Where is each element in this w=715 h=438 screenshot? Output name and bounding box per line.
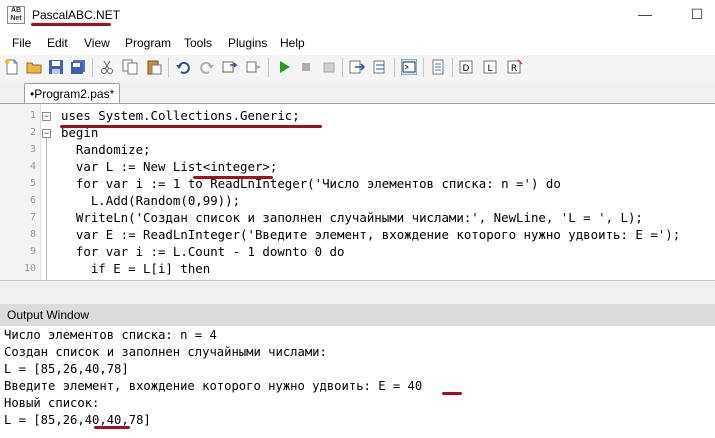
line-number: 7	[29, 212, 36, 223]
output-line: Новый список:	[4, 396, 100, 410]
line-number: 10	[23, 263, 36, 274]
output-line: Введите элемент, вхождение которого нужн…	[4, 379, 423, 393]
line-number: 6	[29, 195, 36, 206]
fold-toggle-icon[interactable]: −	[42, 129, 51, 138]
annotation-underline	[193, 176, 273, 179]
line-number: 5	[29, 178, 36, 189]
menu-edit[interactable]: Edit	[47, 36, 68, 50]
line-number: 2	[29, 127, 36, 138]
menu-view[interactable]: View	[84, 36, 110, 50]
output-window-icon[interactable]	[401, 59, 417, 75]
menu-program[interactable]: Program	[125, 36, 171, 50]
stop-icon[interactable]	[298, 59, 314, 75]
line-number: 8	[29, 229, 36, 240]
code-line: for var i := 1 to ReadLnInteger('Число э…	[61, 176, 561, 191]
annotation-underline	[94, 426, 130, 429]
cut-icon[interactable]	[99, 59, 115, 75]
line-number: 1	[29, 110, 36, 121]
annotation-underline	[442, 392, 462, 395]
menu-bar: File Edit View Program Tools Plugins Hel…	[0, 31, 715, 55]
toolbar-separator	[92, 58, 93, 77]
fold-toggle-icon[interactable]: −	[42, 112, 51, 121]
step-over-icon[interactable]	[373, 59, 389, 75]
tab-label: •Program2.pas*	[30, 87, 115, 101]
code-line: WriteLn('Создан список и заполнен случай…	[61, 210, 643, 225]
toolbar-separator	[342, 58, 343, 77]
redo-icon[interactable]	[199, 59, 215, 75]
annotation-underline	[31, 23, 111, 26]
svg-text:L: L	[487, 64, 492, 74]
toolbar-separator	[268, 58, 269, 77]
code-line: var E := ReadLnInteger('Введите элемент,…	[61, 227, 681, 242]
forward-icon[interactable]	[246, 59, 262, 75]
toolbar-separator	[394, 58, 395, 77]
menu-file[interactable]: File	[12, 36, 31, 50]
title-bar: AB Net PascalABC.NET — ☐	[0, 0, 715, 31]
tab-program2[interactable]: •Program2.pas*	[24, 83, 120, 103]
document-tabs: •Program2.pas*	[0, 81, 715, 104]
svg-text:D: D	[463, 64, 470, 74]
annotation-underline	[60, 125, 322, 128]
output-window[interactable]: Число элементов списка: n = 4 Создан спи…	[0, 326, 715, 438]
output-line: L = [85,26,40,78]	[4, 362, 129, 376]
minimize-button[interactable]: —	[630, 6, 660, 24]
toolbar-separator	[423, 58, 424, 77]
code-line: Randomize;	[61, 142, 151, 157]
output-line: Число элементов списка: n = 4	[4, 328, 217, 342]
panel-splitter[interactable]	[0, 280, 715, 305]
svg-text:R: R	[511, 64, 517, 74]
toolbar-separator	[452, 58, 453, 77]
line-number: 4	[29, 161, 36, 172]
debug-step-icon[interactable]	[349, 59, 365, 75]
menu-plugins[interactable]: Plugins	[228, 36, 267, 50]
code-editor[interactable]: 1 2 3 4 5 6 7 8 9 10 − − uses System.Col…	[0, 104, 715, 280]
code-line: if E = L[i] then	[61, 261, 211, 276]
line-number: 9	[29, 246, 36, 257]
maximize-button[interactable]: ☐	[682, 6, 712, 24]
fold-guide	[46, 138, 47, 280]
line-number-gutter: 1 2 3 4 5 6 7 8 9 10	[0, 104, 41, 280]
open-folder-icon[interactable]	[26, 59, 42, 75]
toolbar-separator	[168, 58, 169, 77]
debug-icon[interactable]	[321, 59, 337, 75]
code-line: var L := New List<integer>;	[61, 159, 278, 174]
copy-icon[interactable]	[122, 59, 138, 75]
compile-icon[interactable]	[222, 59, 238, 75]
undo-icon[interactable]	[175, 59, 191, 75]
output-window-header: Output Window	[0, 304, 715, 326]
new-file-icon[interactable]	[4, 59, 20, 75]
save-all-icon[interactable]	[70, 59, 86, 75]
menu-help[interactable]: Help	[280, 36, 305, 50]
save-icon[interactable]	[48, 59, 64, 75]
output-window-title: Output Window	[7, 308, 90, 322]
code-line: for var i := L.Count - 1 downto 0 do	[61, 244, 345, 259]
format-code-icon[interactable]: D	[459, 59, 475, 75]
line-number: 3	[29, 144, 36, 155]
paste-icon[interactable]	[146, 59, 162, 75]
code-line: uses System.Collections.Generic;	[61, 108, 300, 123]
window-title: PascalABC.NET	[32, 8, 121, 22]
app-logo-icon[interactable]: AB Net	[7, 6, 25, 24]
toolbar: D L R	[0, 55, 715, 82]
output-line: Создан список и заполнен случайными числ…	[4, 345, 327, 359]
options-icon[interactable]	[430, 59, 446, 75]
run-icon[interactable]	[276, 59, 292, 75]
code-line: L.Add(Random(0,99));	[61, 193, 241, 208]
reference-icon[interactable]: L	[483, 59, 499, 75]
menu-tools[interactable]: Tools	[184, 36, 212, 50]
output-line: L = [85,26,40,40,78]	[4, 413, 151, 427]
doc-icon[interactable]: R	[507, 59, 523, 75]
